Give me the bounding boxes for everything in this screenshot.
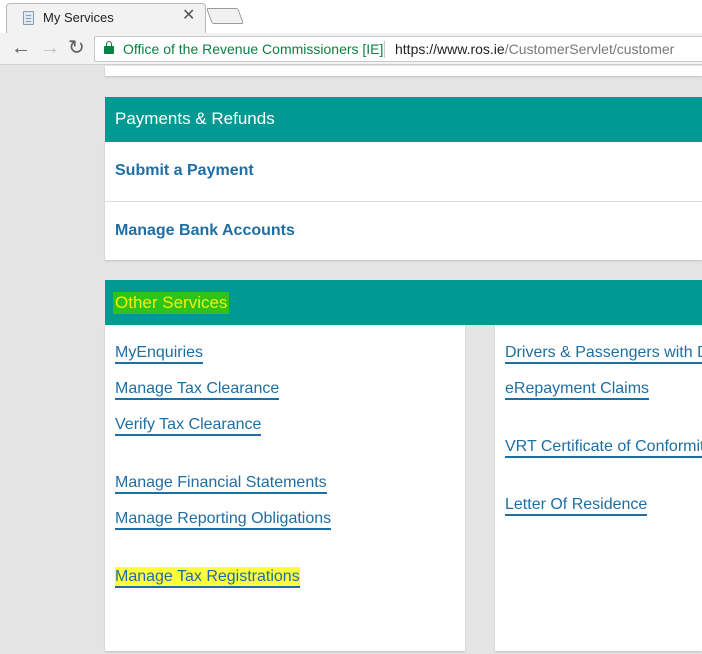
- forward-arrow-icon[interactable]: →: [40, 36, 60, 60]
- tab-strip: My Services ✕: [0, 0, 702, 33]
- browser-toolbar: ← → ↻ Office of the Revenue Commissioner…: [0, 33, 702, 65]
- payments-refunds-panel: Payments & Refunds Submit a Payment Mana…: [105, 97, 702, 260]
- address-divider: [384, 41, 385, 58]
- back-arrow-icon[interactable]: ←: [11, 36, 31, 60]
- manage-tax-registrations-link[interactable]: Manage Tax Registrations: [115, 567, 300, 588]
- vrt-certificate-link[interactable]: VRT Certificate of Conformit: [505, 437, 702, 458]
- manage-bank-accounts-link[interactable]: Manage Bank Accounts: [105, 201, 702, 260]
- payments-refunds-header: Payments & Refunds: [105, 97, 702, 142]
- payments-refunds-body: Submit a Payment Manage Bank Accounts: [105, 142, 702, 260]
- address-bar[interactable]: Office of the Revenue Commissioners [IE]…: [94, 36, 702, 62]
- url-text[interactable]: https://www.ros.ie/CustomerServlet/custo…: [395, 41, 674, 57]
- close-tab-icon[interactable]: ✕: [182, 8, 195, 24]
- submit-payment-link[interactable]: Submit a Payment: [105, 142, 702, 201]
- other-services-left-column: MyEnquiries Manage Tax Clearance Verify …: [105, 325, 465, 651]
- verify-tax-clearance-link[interactable]: Verify Tax Clearance: [115, 415, 262, 436]
- reload-icon[interactable]: ↻: [68, 36, 85, 60]
- other-services-header: Other Services: [105, 280, 702, 325]
- manage-financial-statements-link[interactable]: Manage Financial Statements: [115, 473, 327, 494]
- erepayment-claims-link[interactable]: eRepayment Claims: [505, 379, 650, 400]
- letter-of-residence-link[interactable]: Letter Of Residence: [505, 495, 648, 516]
- url-host: https://www.ros.ie: [395, 41, 505, 57]
- browser-tab-my-services[interactable]: My Services ✕: [6, 3, 206, 33]
- previous-panel-bottom: [105, 66, 702, 76]
- tab-title: My Services: [43, 10, 114, 25]
- new-tab-button[interactable]: [206, 8, 244, 24]
- page-favicon-icon: [23, 11, 34, 25]
- site-identity: Office of the Revenue Commissioners [IE]: [123, 41, 384, 57]
- url-path: /CustomerServlet/customer: [504, 41, 675, 57]
- myenquiries-link[interactable]: MyEnquiries: [115, 343, 204, 364]
- manage-tax-clearance-link[interactable]: Manage Tax Clearance: [115, 379, 280, 400]
- page-content: Payments & Refunds Submit a Payment Mana…: [0, 66, 702, 654]
- drivers-passengers-link[interactable]: Drivers & Passengers with D: [505, 343, 702, 364]
- other-services-right-column: Drivers & Passengers with D eRepayment C…: [495, 325, 702, 651]
- manage-reporting-obligations-link[interactable]: Manage Reporting Obligations: [115, 509, 332, 530]
- other-services-panel: Other Services: [105, 280, 702, 325]
- other-services-title: Other Services: [113, 292, 230, 314]
- lock-icon: [104, 41, 114, 54]
